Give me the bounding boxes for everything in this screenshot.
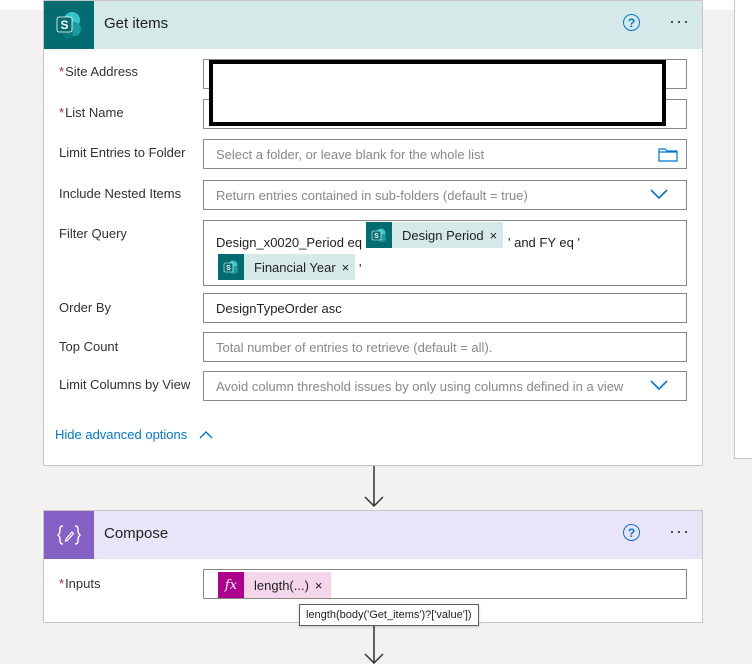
- nested-items-dropdown[interactable]: Return entries contained in sub-folders …: [203, 180, 687, 210]
- flow-arrow-icon: [364, 466, 384, 508]
- filter-query-label: Filter Query: [59, 226, 127, 241]
- limit-view-placeholder: Avoid column threshold issues by only us…: [216, 379, 624, 394]
- expression-token[interactable]: fx length(...) ×: [218, 572, 331, 598]
- limit-view-label: Limit Columns by View: [59, 377, 191, 392]
- more-options-icon[interactable]: ···: [669, 521, 690, 542]
- order-by-value: DesignTypeOrder asc: [216, 301, 342, 316]
- limit-folder-placeholder: Select a folder, or leave blank for the …: [216, 147, 485, 162]
- sharepoint-icon: S: [366, 222, 392, 248]
- hide-advanced-link[interactable]: Hide advanced options: [55, 427, 187, 442]
- top-count-field[interactable]: Total number of entries to retrieve (def…: [203, 332, 687, 362]
- get-items-header[interactable]: S Get items ? ···: [44, 1, 702, 49]
- more-options-icon[interactable]: ···: [669, 11, 690, 32]
- chevron-down-icon[interactable]: [650, 380, 668, 390]
- financial-year-token[interactable]: S Financial Year ×: [218, 254, 356, 280]
- limit-folder-label: Limit Entries to Folder: [59, 145, 186, 160]
- help-icon[interactable]: ?: [623, 14, 640, 31]
- chevron-down-icon[interactable]: [650, 189, 668, 199]
- token-label: length(...): [254, 577, 309, 593]
- required-mark: *: [59, 64, 65, 79]
- compose-icon: [44, 511, 94, 559]
- limit-view-dropdown[interactable]: Avoid column threshold issues by only us…: [203, 371, 687, 401]
- remove-token-icon[interactable]: ×: [490, 228, 504, 243]
- order-by-label: Order By: [59, 300, 112, 315]
- help-icon[interactable]: ?: [623, 524, 640, 541]
- filter-text: Design_x0020_Period eq ': [216, 235, 369, 250]
- nested-items-placeholder: Return entries contained in sub-folders …: [216, 188, 528, 203]
- compose-title: Compose: [104, 525, 169, 542]
- fx-icon: fx: [218, 572, 244, 598]
- token-label: Design Period: [402, 227, 484, 243]
- filter-text: ' and FY eq ': [508, 235, 580, 250]
- sharepoint-icon: S: [218, 254, 244, 280]
- design-period-token[interactable]: S Design Period ×: [366, 222, 504, 248]
- svg-text:S: S: [60, 18, 68, 32]
- required-mark: *: [59, 576, 65, 591]
- svg-text:S: S: [374, 233, 379, 240]
- expression-tooltip: length(body('Get_items')?['value']): [299, 604, 479, 626]
- chevron-up-icon[interactable]: [199, 431, 213, 439]
- sharepoint-icon: S: [44, 1, 94, 49]
- top-count-placeholder: Total number of entries to retrieve (def…: [216, 340, 493, 355]
- remove-token-icon[interactable]: ×: [342, 260, 356, 275]
- remove-token-icon[interactable]: ×: [315, 578, 331, 593]
- nested-items-label: Include Nested Items: [59, 186, 182, 201]
- redaction-box: [209, 60, 666, 126]
- side-panel-edge: [734, 0, 752, 459]
- folder-icon[interactable]: [658, 147, 678, 165]
- svg-text:S: S: [226, 265, 231, 272]
- get-items-title: Get items: [104, 15, 169, 32]
- filter-text: ': [359, 261, 362, 276]
- compose-header[interactable]: Compose ? ···: [44, 511, 702, 559]
- top-count-label: Top Count: [59, 339, 119, 354]
- inputs-label: *Inputs: [59, 576, 101, 591]
- list-name-label: *List Name: [59, 105, 124, 120]
- limit-folder-field[interactable]: Select a folder, or leave blank for the …: [203, 139, 687, 169]
- inputs-field[interactable]: fx length(...) ×: [203, 569, 687, 599]
- token-label: Financial Year: [254, 259, 336, 275]
- filter-query-field[interactable]: Design_x0020_Period eq ' S Design Period…: [203, 220, 687, 286]
- order-by-field[interactable]: DesignTypeOrder asc: [203, 293, 687, 323]
- site-address-label: *Site Address: [59, 64, 139, 79]
- flow-arrow-icon: [364, 623, 384, 664]
- flow-canvas: S Get items ? ··· *Site Address *List Na…: [0, 0, 752, 664]
- required-mark: *: [59, 105, 65, 120]
